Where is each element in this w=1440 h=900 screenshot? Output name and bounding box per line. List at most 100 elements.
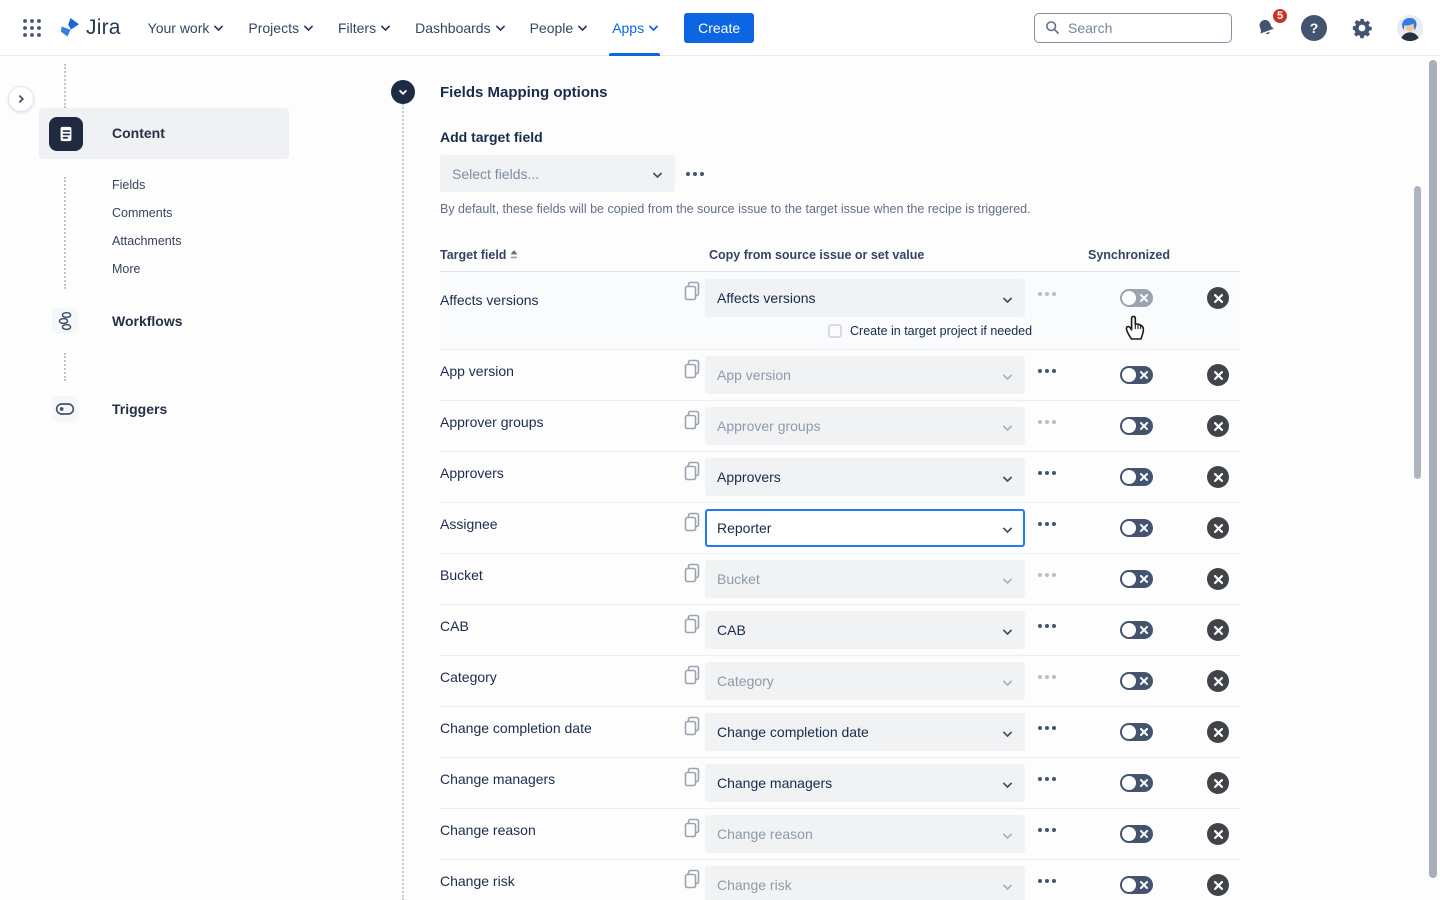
search-input[interactable] [1068,20,1208,36]
source-value-dropdown[interactable]: CAB [705,611,1025,649]
source-value-dropdown[interactable]: Category [705,662,1025,700]
remove-field-button[interactable] [1207,364,1229,386]
synchronized-toggle[interactable] [1120,366,1153,384]
sidebar-subitem-attachments[interactable]: Attachments [112,234,181,248]
copy-icon[interactable] [682,409,702,431]
synchronized-toggle[interactable] [1120,723,1153,741]
synchronized-toggle[interactable] [1120,876,1153,894]
row-more-options-button[interactable] [1038,471,1056,475]
remove-field-button[interactable] [1207,619,1229,641]
remove-field-button[interactable] [1207,874,1229,896]
page-scrollbar-thumb[interactable] [1429,60,1437,878]
user-avatar[interactable] [1396,14,1424,42]
row-more-options-button[interactable] [1038,420,1056,424]
jira-logo[interactable]: Jira [58,16,121,40]
copy-icon[interactable] [682,664,702,686]
row-more-options-button[interactable] [1038,624,1056,628]
row-more-options-button[interactable] [1038,292,1056,296]
sidebar-item-workflows[interactable]: Workflows [112,313,183,329]
row-more-options-button[interactable] [1038,828,1056,832]
source-value-dropdown[interactable]: Bucket [705,560,1025,598]
row-more-options-button[interactable] [1038,573,1056,577]
copy-icon[interactable] [682,766,702,788]
row-more-options-button[interactable] [1038,522,1056,526]
copy-icon[interactable] [682,715,702,737]
settings-button[interactable] [1348,14,1376,42]
copy-icon[interactable] [682,562,702,584]
synchronized-toggle[interactable] [1120,672,1153,690]
target-field-label: App version [440,363,514,379]
sidebar-subitem-fields[interactable]: Fields [112,178,145,192]
nav-item-apps[interactable]: Apps [599,0,670,56]
source-value-dropdown[interactable]: App version [705,356,1025,394]
synchronized-toggle[interactable] [1120,621,1153,639]
synchronized-toggle[interactable] [1120,570,1153,588]
search-icon [1045,20,1060,35]
remove-field-button[interactable] [1207,466,1229,488]
app-switcher-icon[interactable] [16,12,48,44]
remove-field-button[interactable] [1207,823,1229,845]
remove-field-button[interactable] [1207,287,1229,309]
synchronized-toggle[interactable] [1120,417,1153,435]
row-more-options-button[interactable] [1038,777,1056,781]
remove-field-button[interactable] [1207,721,1229,743]
row-more-options-button[interactable] [1038,675,1056,679]
create-in-target-checkbox[interactable] [828,324,842,338]
source-value-dropdown[interactable]: Change risk [705,866,1025,900]
sidebar-subitem-comments[interactable]: Comments [112,206,172,220]
source-value-dropdown[interactable]: Affects versions [705,279,1025,317]
nav-item-filters[interactable]: Filters [325,0,402,56]
sidebar-subitem-more[interactable]: More [112,262,140,276]
column-header-target-field[interactable]: Target field [440,248,518,262]
nav-item-your-work[interactable]: Your work [135,0,236,56]
synchronized-toggle[interactable] [1120,468,1153,486]
remove-field-button[interactable] [1207,772,1229,794]
chevron-down-icon [653,169,663,179]
table-row: Affects versionsAffects versionsCreate i… [440,272,1240,350]
triggers-icon [52,396,78,422]
source-value-dropdown[interactable]: Approver groups [705,407,1025,445]
copy-icon[interactable] [682,358,702,380]
section-collapse-button[interactable] [391,80,415,104]
notifications-button[interactable]: 5 [1252,14,1280,42]
help-button[interactable]: ? [1300,14,1328,42]
source-value-dropdown[interactable]: Approvers [705,458,1025,496]
global-search[interactable] [1034,13,1232,43]
source-value-dropdown[interactable]: Reporter [705,509,1025,547]
nav-item-projects[interactable]: Projects [235,0,325,56]
select-fields-dropdown[interactable]: Select fields... [440,155,675,192]
add-field-more-button[interactable] [686,172,704,176]
remove-field-button[interactable] [1207,568,1229,590]
chevron-down-icon [1003,370,1013,380]
row-more-options-button[interactable] [1038,369,1056,373]
dropdown-value: Affects versions [717,290,1004,306]
remove-field-button[interactable] [1207,415,1229,437]
synchronized-toggle[interactable] [1120,519,1153,537]
row-more-options-button[interactable] [1038,879,1056,883]
create-button[interactable]: Create [684,13,754,43]
source-value-dropdown[interactable]: Change completion date [705,713,1025,751]
nav-item-people[interactable]: People [517,0,600,56]
copy-icon[interactable] [682,460,702,482]
table-row: ApproversApprovers [440,452,1240,503]
copy-icon[interactable] [682,280,702,302]
copy-icon[interactable] [682,613,702,635]
source-value-dropdown[interactable]: Change managers [705,764,1025,802]
inner-scrollbar-thumb[interactable] [1414,186,1421,479]
copy-icon[interactable] [682,817,702,839]
remove-field-button[interactable] [1207,670,1229,692]
nav-item-dashboards[interactable]: Dashboards [402,0,517,56]
sidebar-collapse-button[interactable] [8,86,34,112]
source-value-dropdown[interactable]: Change reason [705,815,1025,853]
table-row: Approver groupsApprover groups [440,401,1240,452]
synchronized-toggle[interactable] [1120,289,1153,307]
synchronized-toggle[interactable] [1120,825,1153,843]
copy-icon[interactable] [682,868,702,890]
toggle-knob [1122,572,1136,586]
jira-app-window: Jira Your workProjectsFiltersDashboardsP… [0,0,1440,900]
remove-field-button[interactable] [1207,517,1229,539]
sidebar-item-triggers[interactable]: Triggers [112,401,167,417]
synchronized-toggle[interactable] [1120,774,1153,792]
row-more-options-button[interactable] [1038,726,1056,730]
copy-icon[interactable] [682,511,702,533]
